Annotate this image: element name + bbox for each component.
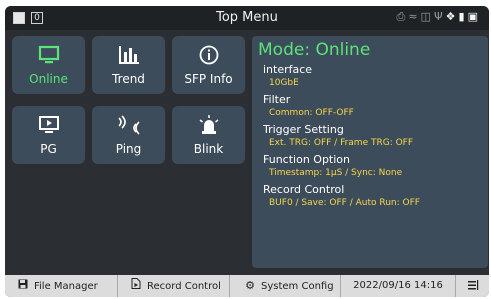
tile-label: PG [40, 142, 57, 156]
section-value: Ext. TRG: OFF / Frame TRG: OFF [269, 138, 414, 148]
tile-label: Trend [112, 72, 145, 86]
tag-icon: ❖ [445, 10, 459, 23]
tile-label: Blink [193, 142, 224, 156]
beacon-icon [172, 114, 245, 140]
system-config-label: System Config [261, 281, 334, 292]
network-icon: ◫ [420, 10, 434, 23]
file-manager-label: File Manager [34, 281, 98, 292]
section-title: interface [263, 63, 313, 76]
tile-label: Online [29, 72, 68, 86]
section-title: Trigger Setting [263, 123, 344, 136]
file-manager-button[interactable]: File Manager [5, 275, 118, 297]
battery-icon: ▣ [467, 10, 481, 23]
tile-ping[interactable]: Ping [92, 106, 165, 164]
mode-title: Mode: Online [258, 40, 371, 60]
printer-icon: ⎙ [396, 10, 409, 23]
tile-blink[interactable]: Blink [172, 106, 245, 164]
top-bar: 0 Top Menu ⎙≈◫Ψ❖▮▣ [5, 6, 489, 30]
section-value: Timestamp: 1μS / Sync: None [269, 168, 403, 178]
record-control-button[interactable]: Record Control [118, 275, 230, 297]
tile-online[interactable]: Online [12, 36, 85, 94]
tile-sfp-info[interactable]: SFP Info [172, 36, 245, 94]
section-value: 10GbE [269, 78, 299, 88]
tile-trend[interactable]: Trend [92, 36, 165, 94]
info-panel: Mode: Online interface 10GbE Filter Comm… [252, 36, 488, 268]
info-icon [172, 44, 245, 70]
record-file-icon [130, 275, 142, 297]
bottom-bar: File Manager Record Control ⚙ System Conf… [5, 275, 489, 297]
tile-label: SFP Info [184, 72, 233, 86]
record-control-label: Record Control [147, 281, 221, 292]
bar-chart-icon [92, 44, 165, 70]
wifi-icon: ≈ [408, 10, 421, 23]
system-config-button[interactable]: ⚙ System Config [230, 275, 341, 297]
section-title: Record Control [263, 183, 345, 196]
play-screen-icon [12, 114, 85, 140]
sd-card-icon: ▮ [458, 10, 468, 23]
section-title: Filter [263, 93, 291, 106]
device-screen: 0 Top Menu ⎙≈◫Ψ❖▮▣ Online Trend SFP Info… [5, 6, 489, 297]
tile-pg[interactable]: PG [12, 106, 85, 164]
section-value: Common: OFF-OFF [269, 108, 354, 118]
section-value: BUF0 / Save: OFF / Auto Run: OFF [269, 198, 420, 208]
tile-label: Ping [115, 142, 142, 156]
status-icons: ⎙≈◫Ψ❖▮▣ [397, 10, 481, 24]
usb-icon: Ψ [433, 10, 446, 23]
section-title: Function Option [263, 153, 350, 166]
menu-icon[interactable] [456, 275, 489, 297]
monitor-icon [12, 44, 85, 70]
datetime-display: 2022/09/16 14:16 [341, 275, 456, 297]
ping-icon [92, 114, 165, 140]
save-icon [17, 275, 29, 297]
gear-icon: ⚙ [245, 279, 255, 292]
